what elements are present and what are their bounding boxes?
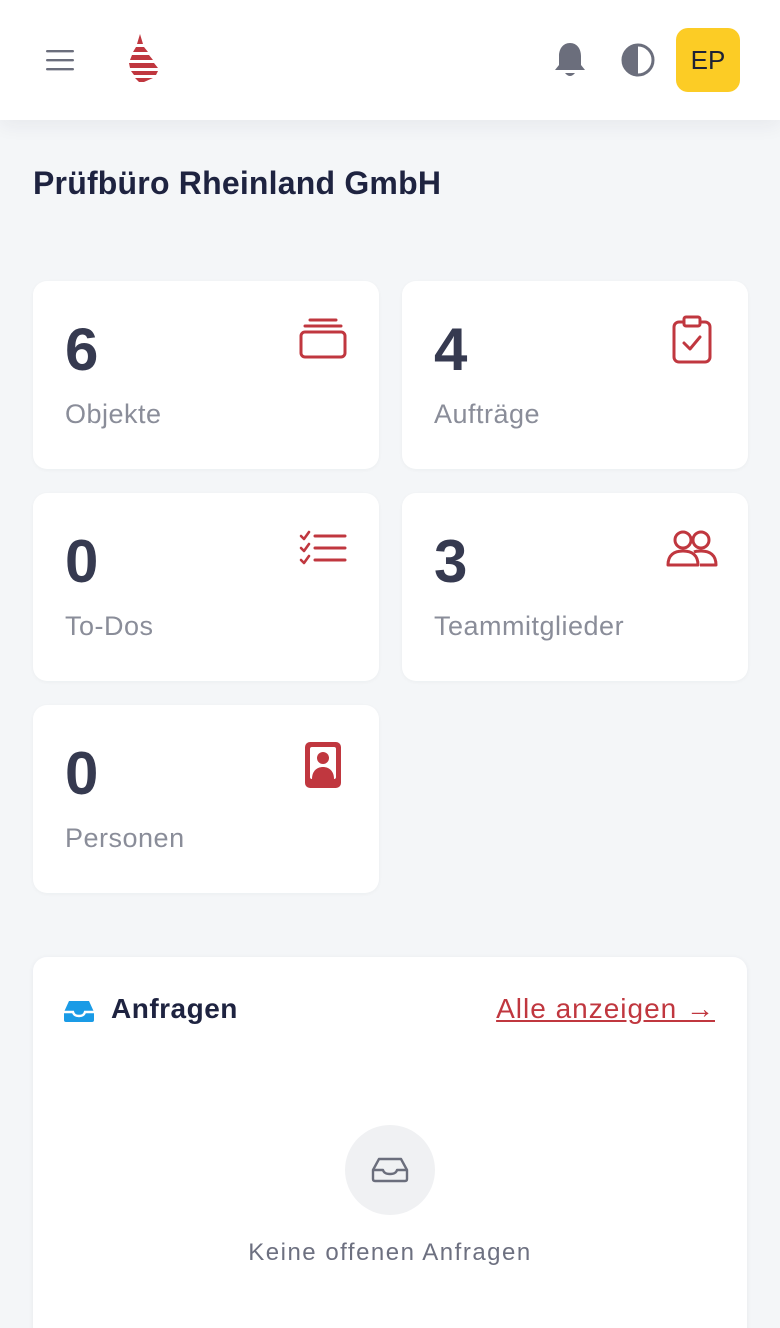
stat-label: Aufträge (434, 399, 541, 429)
stat-value: 3 (434, 528, 468, 595)
notifications-button[interactable] (548, 38, 592, 82)
inbox-icon (64, 1001, 94, 1022)
user-avatar[interactable]: EP (676, 28, 740, 92)
stat-value: 0 (65, 740, 99, 807)
bell-icon (555, 43, 585, 76)
users-icon (666, 530, 718, 567)
empty-state-badge (345, 1125, 435, 1215)
menu-button[interactable] (40, 40, 80, 80)
stat-card-teammitglieder[interactable]: 3 Teammitglieder (402, 493, 748, 681)
empty-inbox-icon (371, 1157, 409, 1183)
theme-toggle-icon (621, 43, 655, 77)
stat-value: 0 (65, 528, 99, 595)
top-bar: EP (0, 0, 780, 120)
contact-card-icon (305, 742, 341, 788)
requests-title: Anfragen (111, 993, 238, 1024)
menu-icon (46, 50, 74, 71)
page-title: Prüfbüro Rheinland GmbH (33, 165, 442, 201)
stat-card-todos[interactable]: 0 To-Dos (33, 493, 379, 681)
stat-label: Personen (65, 823, 185, 853)
clipboard-check-icon (672, 315, 712, 364)
requests-panel: Anfragen Alle anzeigen → Keine offenen A… (33, 957, 747, 1328)
stat-value: 6 (65, 316, 99, 383)
logo[interactable] (118, 30, 164, 88)
theme-toggle-button[interactable] (616, 38, 660, 82)
checklist-icon (299, 530, 347, 565)
stat-label: Teammitglieder (434, 611, 625, 641)
empty-state-text: Keine offenen Anfragen (248, 1239, 532, 1266)
cards-stack-icon (299, 318, 347, 359)
logo-icon (126, 34, 160, 84)
show-all-link[interactable]: Alle anzeigen → (496, 993, 715, 1025)
stat-card-objekte[interactable]: 6 Objekte (33, 281, 379, 469)
stat-card-auftraege[interactable]: 4 Aufträge (402, 281, 748, 469)
stat-label: Objekte (65, 399, 162, 429)
stat-value: 4 (434, 316, 468, 383)
stat-label: To-Dos (65, 611, 154, 641)
stat-card-personen[interactable]: 0 Personen (33, 705, 379, 893)
